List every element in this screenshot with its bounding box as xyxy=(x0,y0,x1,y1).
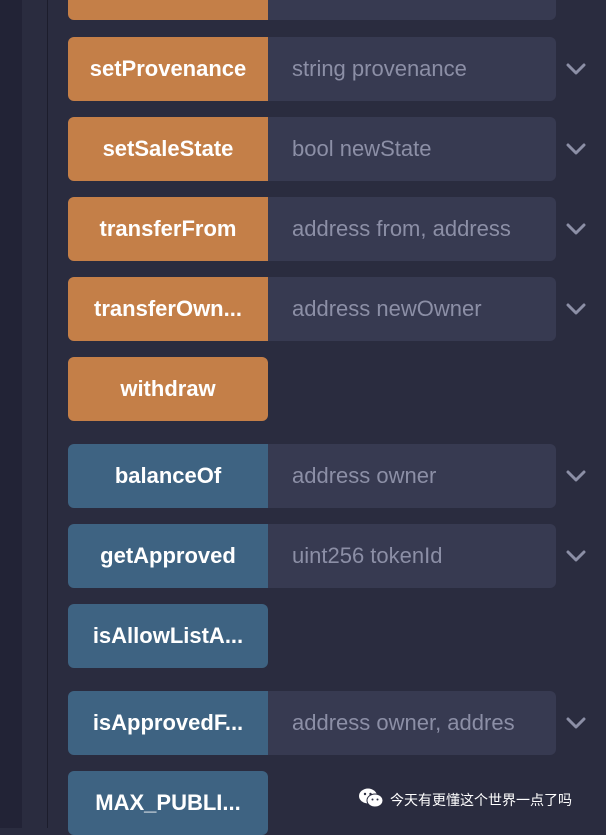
chevron-down-icon[interactable] xyxy=(564,217,588,241)
chevron-down-icon[interactable] xyxy=(564,137,588,161)
watermark-text: 今天有更懂这个世界一点了吗 xyxy=(390,793,572,809)
function-row-setProvenance: setProvenance string provenance xyxy=(68,37,586,101)
isApprovedForAll-param-input[interactable]: address owner, addres xyxy=(268,691,556,755)
balanceOf-button[interactable]: balanceOf xyxy=(68,444,268,508)
transferOwnership-button[interactable]: transferOwn... xyxy=(68,277,268,341)
chevron-down-icon[interactable] xyxy=(564,544,588,568)
isApprovedForAll-button[interactable]: isApprovedF... xyxy=(68,691,268,755)
MAX_PUBLIC-button[interactable]: MAX_PUBLI... xyxy=(68,771,268,835)
chevron-down-icon[interactable] xyxy=(564,57,588,81)
balanceOf-param-input[interactable]: address owner xyxy=(268,444,556,508)
wechat-icon xyxy=(358,787,384,813)
transferOwnership-param-input[interactable]: address newOwner xyxy=(268,277,556,341)
function-button-partial[interactable] xyxy=(68,0,268,20)
function-row-getApproved: getApproved uint256 tokenId xyxy=(68,524,586,588)
setProvenance-button[interactable]: setProvenance xyxy=(68,37,268,101)
transferFrom-button[interactable]: transferFrom xyxy=(68,197,268,261)
chevron-down-icon[interactable] xyxy=(564,464,588,488)
sidebar-rail xyxy=(0,0,22,828)
function-row-transferOwnership: transferOwn... address newOwner xyxy=(68,277,586,341)
function-row-isAllowListActive: isAllowListA... xyxy=(68,604,556,668)
function-row-transferFrom: transferFrom address from, address xyxy=(68,197,586,261)
function-row-setSaleState: setSaleState bool newState xyxy=(68,117,586,181)
transferFrom-param-input[interactable]: address from, address xyxy=(268,197,556,261)
watermark: 今天有更懂这个世界一点了吗 xyxy=(358,786,572,814)
setSaleState-button[interactable]: setSaleState xyxy=(68,117,268,181)
chevron-down-icon[interactable] xyxy=(564,711,588,735)
getApproved-button[interactable]: getApproved xyxy=(68,524,268,588)
setProvenance-param-input[interactable]: string provenance xyxy=(268,37,556,101)
function-row-isApprovedForAll: isApprovedF... address owner, addres xyxy=(68,691,586,755)
setSaleState-param-input[interactable]: bool newState xyxy=(268,117,556,181)
withdraw-button[interactable]: withdraw xyxy=(68,357,268,421)
isAllowListActive-button[interactable]: isAllowListA... xyxy=(68,604,268,668)
chevron-down-icon[interactable] xyxy=(564,297,588,321)
function-row-top-partial xyxy=(68,0,556,20)
function-row-withdraw: withdraw xyxy=(68,357,556,421)
param-input-partial[interactable] xyxy=(268,0,556,20)
function-row-balanceOf: balanceOf address owner xyxy=(68,444,586,508)
sidebar-gutter xyxy=(22,0,48,828)
getApproved-param-input[interactable]: uint256 tokenId xyxy=(268,524,556,588)
